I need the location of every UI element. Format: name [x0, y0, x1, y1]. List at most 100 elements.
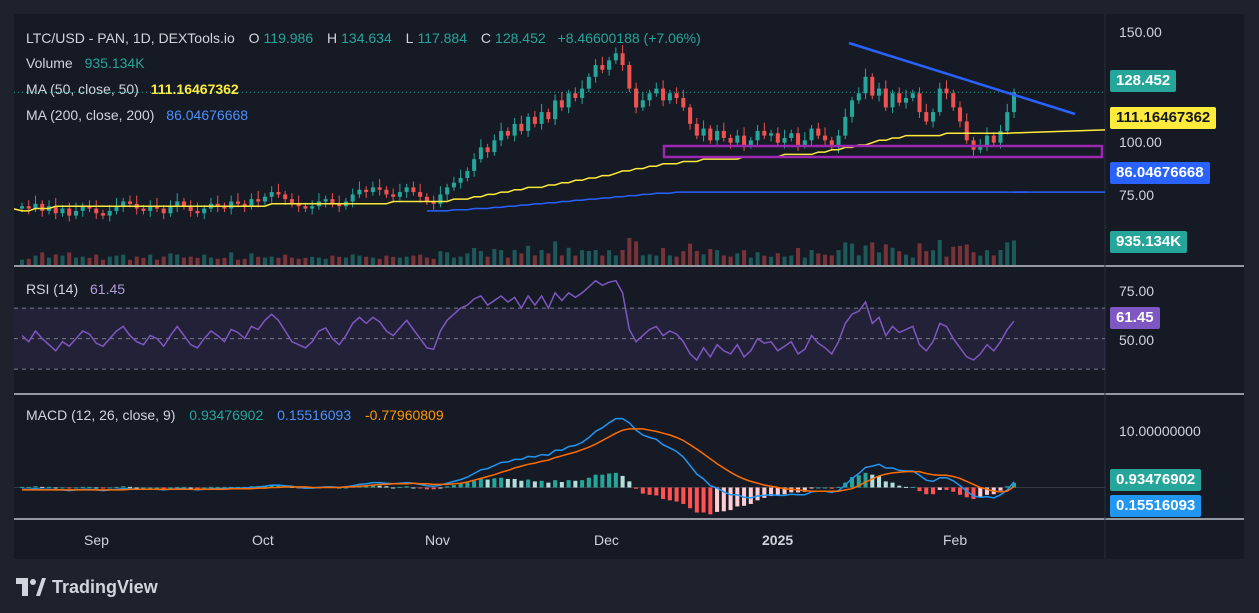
candle-body [505, 130, 510, 136]
macd-histogram-bar [829, 487, 834, 489]
volume-bar [235, 259, 240, 265]
hist-value: -0.77960809 [365, 407, 444, 423]
volume-key: Volume [26, 55, 73, 71]
macd-histogram-bar [377, 485, 382, 488]
candle-body [256, 199, 261, 202]
macd-badge: 0.93476902 [1110, 469, 1202, 491]
macd-histogram-bar [897, 485, 902, 488]
macd-histogram-bar [971, 487, 976, 500]
volume-bar [121, 254, 126, 265]
candle-body [404, 187, 409, 193]
macd-histogram-bar [195, 487, 200, 489]
macd-histogram-bar [100, 487, 106, 489]
volume-bar [397, 257, 402, 265]
candle-body [816, 128, 821, 136]
macd-histogram-bar [411, 487, 416, 489]
time-tick: Feb [943, 532, 968, 548]
open-value: 119.986 [263, 30, 314, 46]
candle-body [735, 135, 740, 143]
tradingview-brand[interactable]: TradingView [16, 575, 158, 599]
volume-bar [924, 251, 929, 265]
volume-bar [890, 247, 895, 265]
volume-bar [863, 245, 868, 265]
macd-histogram-bar [620, 475, 625, 488]
candle-body [249, 199, 254, 207]
macd-histogram-bar [94, 487, 99, 489]
volume-bar [431, 258, 436, 265]
volume-bar [33, 255, 38, 265]
volume-bar [802, 257, 807, 265]
volume-bar [168, 253, 173, 265]
macd-histogram-bar [634, 487, 639, 489]
volume-bar [80, 256, 85, 265]
volume-bar [769, 256, 774, 265]
signal-value: 0.15516093 [277, 407, 352, 423]
ma200-value: 86.04676668 [166, 107, 249, 123]
volume-bar [539, 250, 544, 265]
candle-body [721, 130, 726, 138]
volume-bar [640, 255, 645, 265]
candle-body [775, 133, 780, 143]
macd-histogram-bar [661, 487, 666, 500]
macd-histogram-bar [215, 486, 220, 488]
candle-body [465, 170, 470, 178]
time-tick: Dec [594, 532, 619, 548]
volume-bar [897, 251, 902, 265]
volume-bar [512, 250, 517, 265]
volume-bar [937, 240, 942, 265]
volume-legend: Volume 935.134K [26, 55, 149, 71]
volume-bar [809, 250, 814, 265]
candle-body [418, 192, 423, 197]
volume-bar [917, 243, 922, 265]
symbol-title[interactable]: LTC/USD - PAN, 1D, DEXTools.io [26, 30, 235, 46]
macd-histogram-bar [472, 480, 477, 488]
macd-histogram-bar [512, 478, 517, 488]
volume-bar [667, 255, 672, 265]
volume-bar [607, 250, 612, 265]
volume-bar [424, 257, 429, 265]
candle-body [897, 93, 902, 103]
ohlc-legend: LTC/USD - PAN, 1D, DEXTools.io O 119.986 … [26, 30, 705, 46]
candle-body [883, 88, 888, 108]
volume-bar [856, 255, 861, 265]
volume-bar [161, 256, 166, 265]
candle-body [850, 100, 855, 117]
candle-body [701, 128, 706, 136]
volume-bar [829, 255, 834, 265]
price-tick: 150.00 [1119, 24, 1162, 40]
volume-bar [26, 258, 31, 265]
macd-histogram-bar [222, 486, 227, 488]
candle-body [580, 88, 585, 98]
candle-body [742, 135, 747, 146]
candle-body [357, 189, 362, 195]
candle-body [323, 199, 328, 202]
volume-bar [647, 254, 652, 265]
ma200-legend: MA (200, close, 200) 86.04676668 [26, 107, 252, 123]
candle-body [809, 128, 814, 141]
macd-histogram-bar [613, 472, 618, 488]
ma50-key: MA (50, close, 50) [26, 81, 139, 97]
candle-body [566, 93, 571, 108]
volume-bar [836, 250, 841, 265]
candle-body [640, 100, 645, 108]
macd-histogram-bar [728, 487, 733, 511]
volume-bar [100, 259, 106, 265]
macd-histogram-bar [87, 486, 92, 488]
volume-bar [127, 259, 132, 265]
candle-body [94, 208, 99, 214]
volume-bar [411, 255, 416, 265]
low-key: L [405, 30, 414, 46]
macd-histogram-bar [114, 486, 119, 488]
macd-histogram-bar [431, 487, 436, 490]
volume-bar [654, 255, 659, 265]
candle-body [877, 88, 882, 96]
candle-body [802, 140, 807, 146]
candle-body [310, 206, 315, 209]
macd-histogram-bar [809, 487, 814, 489]
macd-histogram-bar [674, 487, 679, 502]
candle-body [667, 93, 672, 101]
candle-body [364, 189, 369, 193]
macd-histogram-bar [870, 474, 875, 488]
candle-body [613, 53, 618, 61]
volume-bar [715, 250, 720, 265]
